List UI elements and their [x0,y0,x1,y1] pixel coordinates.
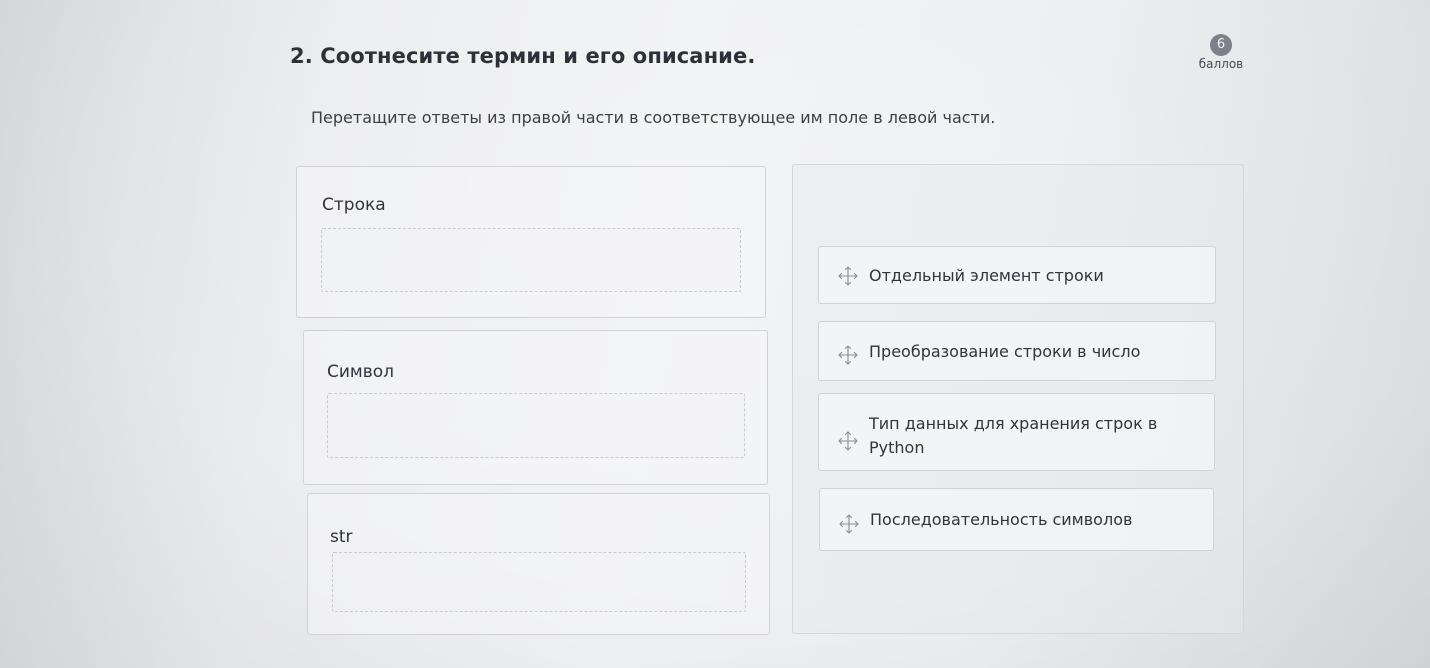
move-icon [837,265,859,287]
answer-label: Преобразование строки в число [869,342,1141,361]
move-icon [838,513,860,535]
term-card-simvol: Символ [303,330,768,485]
drop-zone[interactable] [327,393,745,458]
answer-card[interactable]: Отдельный элемент строки [818,246,1216,304]
term-label: Строка [322,195,386,215]
points-badge: 6 [1210,34,1232,56]
term-label: str [330,527,353,547]
answer-card[interactable]: Последовательность символов [819,488,1214,551]
answer-label: Тип данных для хранения строк в Python [869,414,1158,457]
move-icon [837,430,859,452]
answer-card[interactable]: Преобразование строки в число [818,321,1216,381]
answer-label: Отдельный элемент строки [869,266,1104,285]
drop-zone[interactable] [321,228,741,292]
points-label: баллов [1198,57,1244,71]
drop-zone[interactable] [332,552,746,612]
move-icon [837,344,859,366]
points-indicator: 6 баллов [1193,33,1249,71]
question-title: 2. Соотнесите термин и его описание. [290,44,756,68]
question-instruction: Перетащите ответы из правой части в соот… [311,108,996,127]
term-label: Символ [327,362,395,382]
term-card-str: str [307,493,770,635]
answer-card[interactable]: Тип данных для хранения строк в Python [818,393,1215,471]
term-card-stroka: Строка [296,166,766,318]
answer-label: Последовательность символов [870,510,1133,529]
